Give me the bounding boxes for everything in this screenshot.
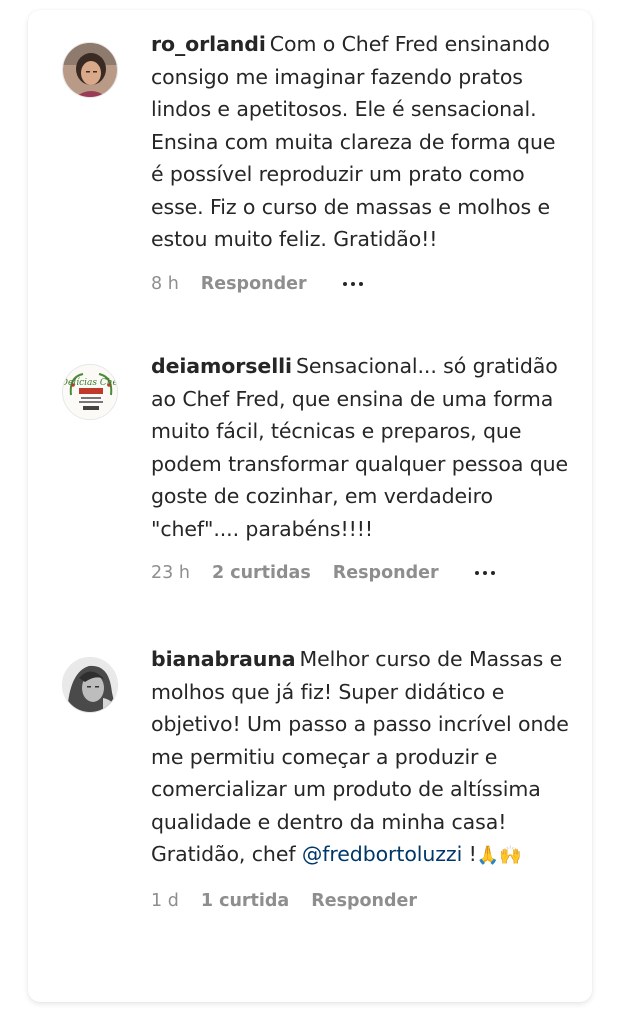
user-photo-avatar xyxy=(63,658,117,712)
comment-username[interactable]: bianabrauna xyxy=(151,647,296,671)
avatar[interactable] xyxy=(62,42,118,98)
comment-text: bianabrauna Melhor curso de Massas e molh… xyxy=(151,643,571,873)
likes-count-button[interactable]: 1 curtida xyxy=(201,891,289,911)
reply-button[interactable]: Responder xyxy=(201,274,307,294)
comment-time[interactable]: 23 h xyxy=(151,563,190,583)
mention-link[interactable]: @fredbortoluzzi xyxy=(302,842,462,866)
comment-username[interactable]: ro_orlandi xyxy=(151,32,266,56)
comment-meta: 23 h 2 curtidas Responder xyxy=(151,563,571,583)
comment-body: Sensacional... só gratidão ao Chef Fred,… xyxy=(151,354,569,541)
brand-logo-avatar: Delícias Chef xyxy=(63,365,118,419)
reply-button[interactable]: Responder xyxy=(311,891,417,911)
comment-body-end: ! xyxy=(462,842,477,866)
comment-text: deiamorselli Sensacional... só gratidão a… xyxy=(151,350,571,545)
comment-meta: 8 h Responder xyxy=(151,274,571,294)
more-options-icon[interactable] xyxy=(342,281,363,286)
praying-hands-icon: 🙏 xyxy=(476,845,500,866)
comment-meta: 1 d 1 curtida Responder xyxy=(151,891,571,911)
reply-button[interactable]: Responder xyxy=(333,563,439,583)
avatar[interactable]: Delícias Chef xyxy=(62,364,118,420)
logo-text: Delícias Chef xyxy=(63,377,118,388)
raised-hands-icon: 🙌 xyxy=(499,845,522,866)
comment-username[interactable]: deiamorselli xyxy=(151,354,292,378)
avatar[interactable] xyxy=(62,657,118,713)
user-photo-avatar xyxy=(63,43,117,97)
comment-text: ro_orlandi Com o Chef Fred ensinando cons… xyxy=(151,28,571,256)
more-options-icon[interactable] xyxy=(474,571,495,575)
comment-body: Melhor curso de Massas e molhos que já f… xyxy=(151,647,569,866)
comments-panel: ro_orlandi Com o Chef Fred ensinando cons… xyxy=(28,10,592,1002)
comment-time[interactable]: 8 h xyxy=(151,274,179,294)
likes-count-button[interactable]: 2 curtidas xyxy=(212,563,311,583)
comment-body: Com o Chef Fred ensinando consigo me ima… xyxy=(151,32,556,251)
comment-time[interactable]: 1 d xyxy=(151,891,179,911)
